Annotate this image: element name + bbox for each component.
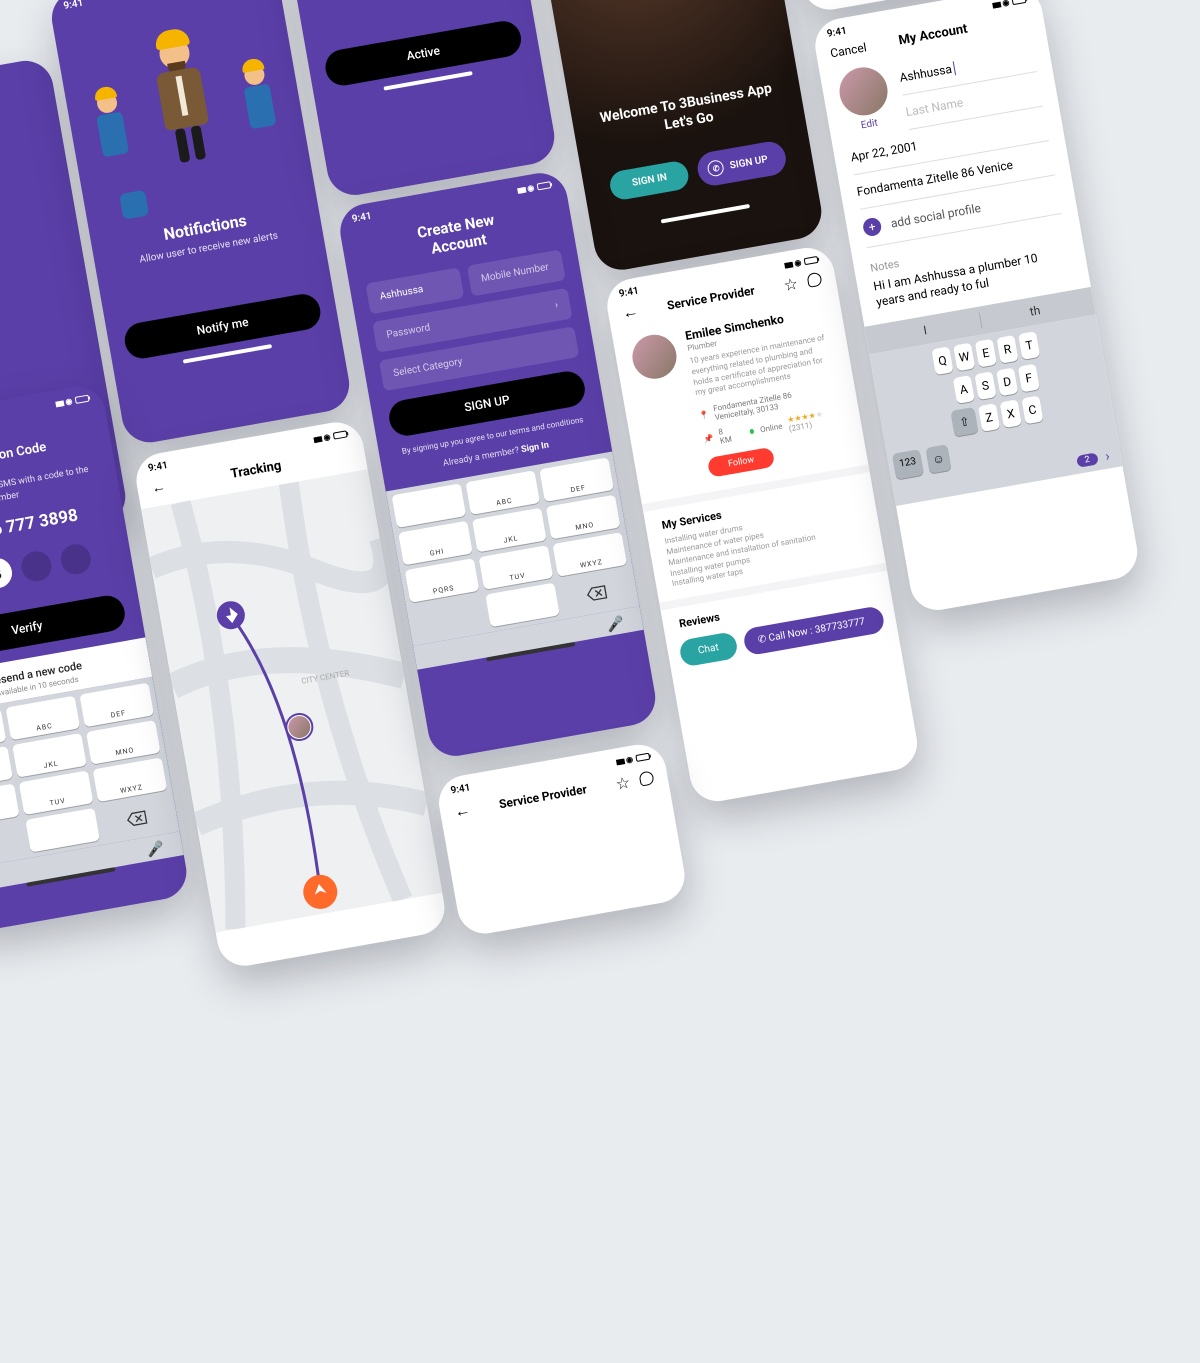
signal-icon <box>312 433 321 445</box>
wifi-icon <box>625 754 634 766</box>
signal-icon <box>516 184 525 196</box>
wifi-icon <box>526 182 535 194</box>
profile-avatar <box>836 64 892 120</box>
key-9[interactable]: 9WXYZ <box>552 532 627 577</box>
backspace-icon[interactable] <box>559 570 634 615</box>
backspace-icon[interactable] <box>99 795 174 840</box>
provider-avatar <box>629 331 680 382</box>
home-indicator <box>661 204 750 224</box>
signal-icon <box>783 259 792 271</box>
battery-icon <box>804 256 819 265</box>
battery-icon <box>333 430 348 439</box>
key-6[interactable]: 6MNO <box>546 495 621 540</box>
workers-illustration <box>55 1 316 238</box>
key-4[interactable]: 4GHI <box>398 521 473 566</box>
battery-icon <box>635 753 650 762</box>
star-outline-icon[interactable]: ☆ <box>614 772 631 793</box>
mic-icon[interactable]: 🎤 <box>606 615 626 634</box>
brand-name: SUZZA <box>0 234 82 288</box>
chat-icon[interactable] <box>638 770 654 786</box>
battery-icon <box>75 395 90 404</box>
signal-icon <box>991 0 1000 11</box>
signal-icon <box>54 397 63 409</box>
phone-icon: ✆ <box>707 159 726 178</box>
wifi-icon <box>793 257 802 269</box>
key-0[interactable]: 0 <box>485 583 560 628</box>
battery-icon <box>537 181 552 190</box>
chevron-right-icon[interactable]: › <box>1104 449 1111 465</box>
phone-icon: ✆ <box>757 634 767 646</box>
wifi-icon <box>1001 0 1010 9</box>
key-5[interactable]: 5JKL <box>472 508 547 553</box>
key-8[interactable]: 8TUV <box>19 771 94 816</box>
signup-button[interactable]: ✆ SIGN UP <box>695 139 788 188</box>
badge: 2 <box>1076 453 1099 468</box>
plus-icon: + <box>862 217 883 238</box>
key-7[interactable]: 7PQRS <box>405 558 480 603</box>
wifi-icon <box>64 396 73 408</box>
key-0[interactable]: 0 <box>25 808 100 853</box>
numbers-key[interactable]: 123 <box>892 449 924 479</box>
follow-button[interactable]: Follow <box>707 447 776 478</box>
online-dot-icon <box>749 428 754 434</box>
key-5[interactable]: 5JKL <box>12 733 87 778</box>
signal-icon <box>615 755 624 767</box>
signin-button[interactable]: SIGN IN <box>608 159 691 201</box>
distance-icon: 📌 <box>703 433 714 444</box>
pin-icon: 📍 <box>699 410 710 421</box>
edit-photo-link[interactable]: Edit <box>845 115 894 134</box>
battery-icon <box>1012 0 1027 5</box>
key-3[interactable]: 3DEF <box>79 683 154 728</box>
star-outline-icon[interactable]: ☆ <box>782 273 799 294</box>
wifi-icon <box>323 431 332 443</box>
chat-icon[interactable] <box>806 272 822 288</box>
key-6[interactable]: 6MNO <box>86 720 161 765</box>
key-3[interactable]: 3DEF <box>539 457 614 502</box>
key-9[interactable]: 9WXYZ <box>93 758 168 803</box>
chevron-right-icon: › <box>554 300 559 311</box>
key-8[interactable]: 8TUV <box>479 545 554 590</box>
shift-key[interactable]: ⇧ <box>950 407 978 437</box>
skip-link[interactable]: SKIP <box>245 0 266 2</box>
key-1[interactable]: 1 <box>392 483 467 528</box>
key-2[interactable]: 2ABC <box>6 696 81 741</box>
mic-icon[interactable]: 🎤 <box>146 841 166 860</box>
emoji-key[interactable]: ☺ <box>925 445 951 474</box>
key-2[interactable]: 2ABC <box>465 470 540 515</box>
